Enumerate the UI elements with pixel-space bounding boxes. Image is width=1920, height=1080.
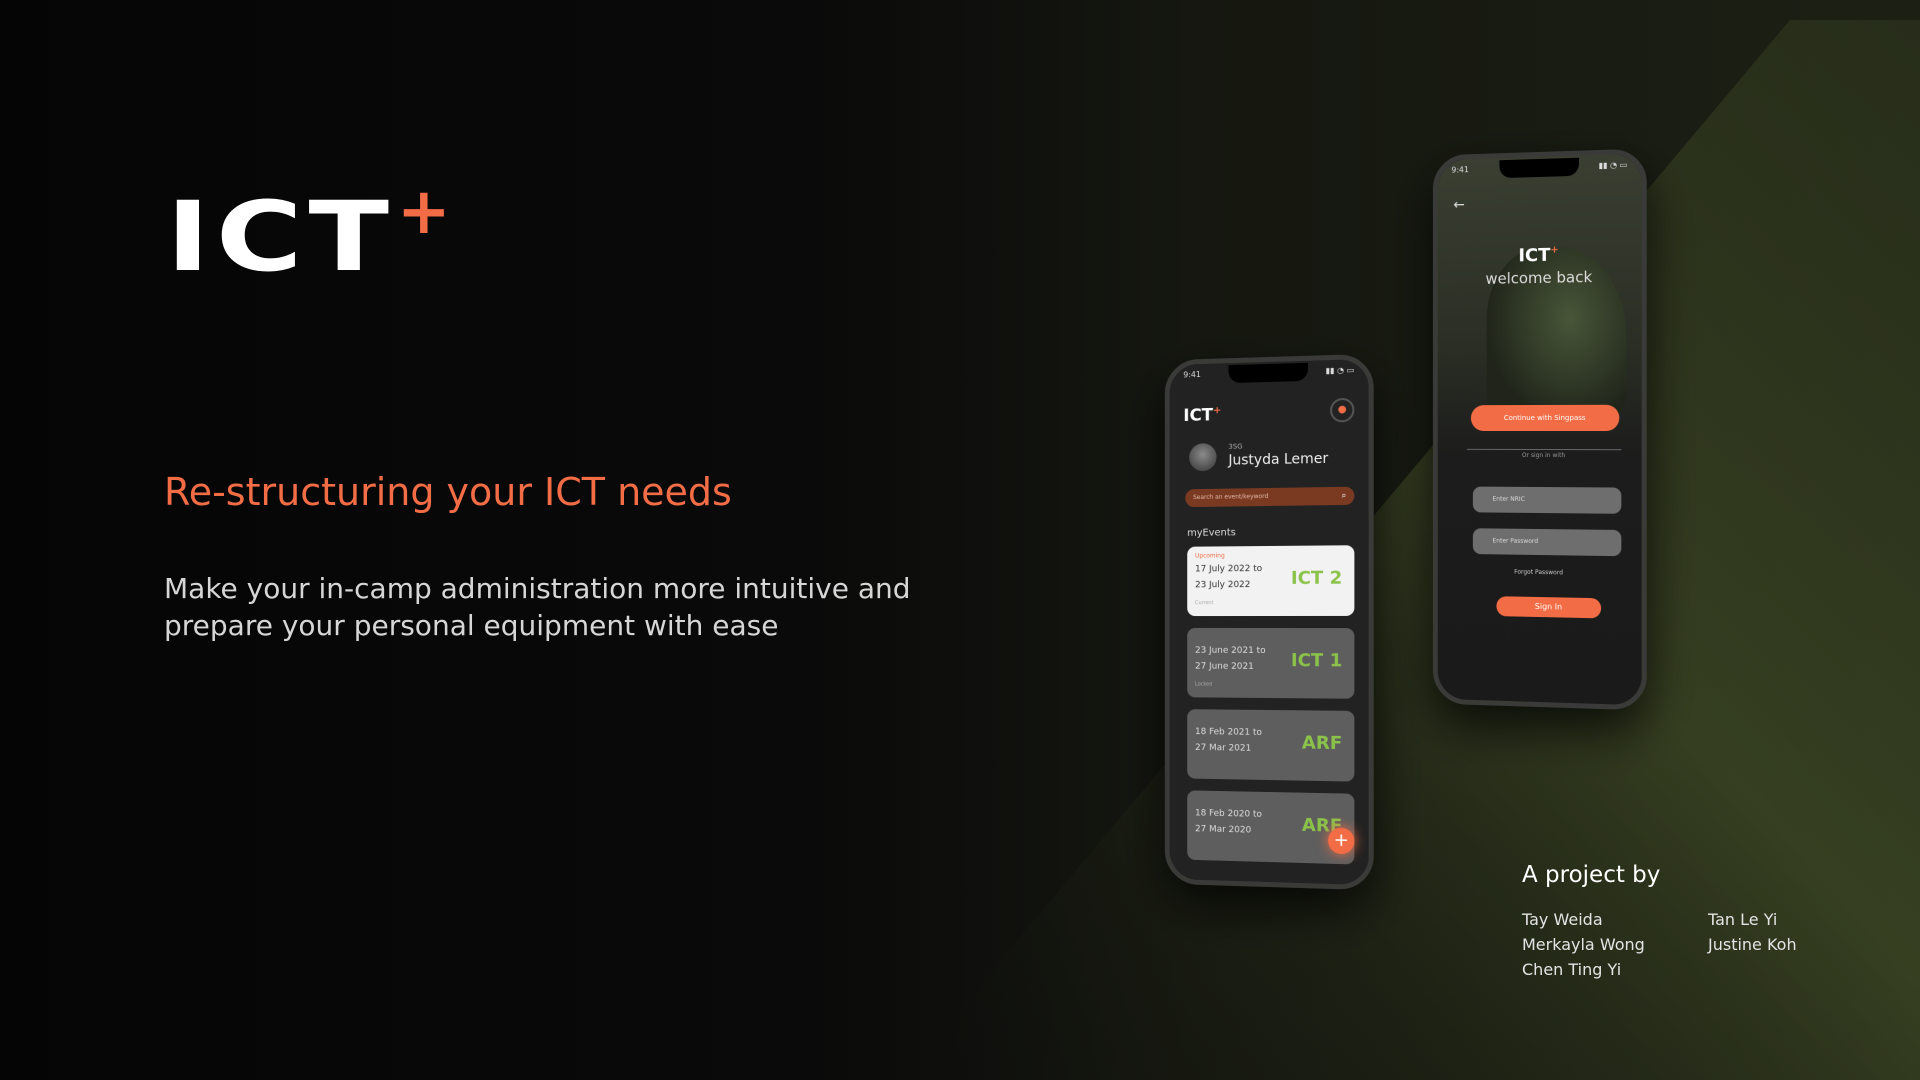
credit-name: Merkayla Wong [1522,935,1645,954]
subtext: Make your in-camp administration more in… [164,572,911,642]
search-icon: ⌕ [1341,490,1347,500]
app-logo: ICT+ [1183,405,1222,426]
credit-name: Tay Weida [1522,910,1603,929]
brand-logo: ICT + [166,179,451,306]
credits-names: Tay Weida Tan Le Yi Merkayla Wong Justin… [1522,910,1828,979]
bell-icon[interactable]: ● [1330,397,1355,423]
credit-name: Justine Koh [1708,935,1797,954]
welcome-text: welcome back [1485,267,1593,288]
credit-name: Tan Le Yi [1708,910,1778,929]
status-time: 9:41 [1451,165,1469,175]
forgot-password-link[interactable]: Forgot Password [1438,567,1642,577]
user-name: Justyda Lemer [1228,450,1329,469]
headline: Re-structuring your ICT needs [164,470,732,514]
credit-name: Chen Ting Yi [1522,960,1622,979]
section-title: myEvents [1187,527,1236,539]
login-screen: 9:41 ▮▮ ◔ ▭ ← ICT+ welcome back Continue… [1437,153,1642,706]
singpass-button[interactable]: Continue with Singpass [1470,404,1620,432]
event-card[interactable]: 18 Feb 2021 to 27 Mar 2021 ARF [1187,709,1355,782]
credits-title: A project by [1522,862,1661,888]
brand-logo-text: ICT [166,179,395,293]
phone-notch [1228,362,1308,384]
password-field[interactable]: Enter Password [1472,528,1622,557]
phone-notch [1498,157,1579,179]
add-event-button[interactable]: + [1328,827,1355,855]
event-card[interactable]: Upcoming 17 July 2022 to 23 July 2022 Cu… [1187,545,1355,617]
avatar[interactable] [1189,443,1217,472]
back-arrow-icon[interactable]: ← [1453,197,1464,213]
phone-mockup-home: 9:41 ▮▮ ◔ ▭ ICT+ ● 3SG Justyda Lemer Sea… [1164,353,1374,891]
sign-in-button[interactable]: Sign In [1496,596,1602,619]
phone-mockup-login: 9:41 ▮▮ ◔ ▭ ← ICT+ welcome back Continue… [1432,148,1647,711]
user-rank: 3SG [1228,442,1243,451]
event-card[interactable]: 23 June 2021 to 27 June 2021 Locked ICT … [1187,627,1355,699]
status-icons: ▮▮ ◔ ▭ [1598,160,1628,171]
presentation-slide: ICT + Re-structuring your ICT needs Make… [0,0,1920,1080]
home-screen: 9:41 ▮▮ ◔ ▭ ICT+ ● 3SG Justyda Lemer Sea… [1169,358,1369,886]
search-input[interactable]: Search an event/keyword ⌕ [1185,486,1355,508]
status-icons: ▮▮ ◔ ▭ [1325,365,1355,376]
brand-logo-plus: + [397,175,451,249]
status-time: 9:41 [1183,369,1201,380]
event-card[interactable]: 18 Feb 2020 to 27 Mar 2020 ARF [1187,790,1355,865]
nric-field[interactable]: Enter NRIC [1472,486,1622,514]
app-logo: ICT+ [1518,244,1559,267]
credits: A project by Tay Weida Tan Le Yi Merkayl… [1522,862,1828,979]
or-divider: Or sign in with [1466,448,1622,460]
